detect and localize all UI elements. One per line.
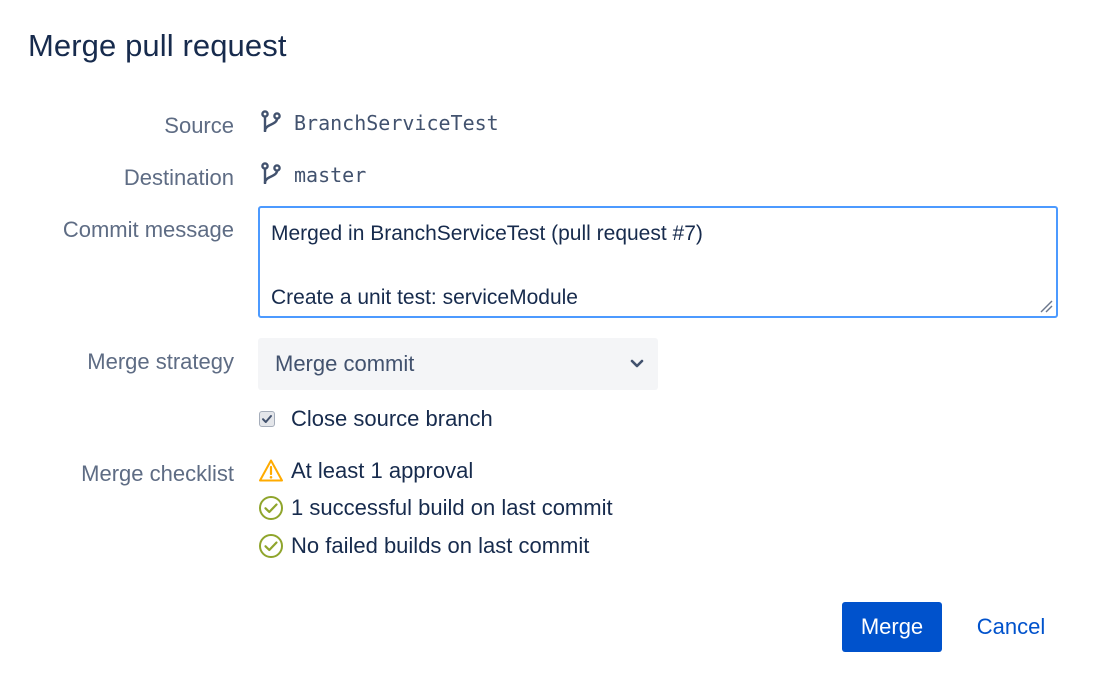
checklist-item: 1 successful build on last commit: [258, 495, 613, 521]
destination-branch: master: [260, 162, 366, 188]
merge-strategy-value: Merge commit: [275, 351, 415, 376]
checklist-item: No failed builds on last commit: [258, 533, 589, 559]
close-source-branch-label: Close source branch: [291, 406, 493, 431]
commit-message-line: Merged in BranchServiceTest (pull reques…: [271, 222, 703, 245]
destination-branch-name: master: [294, 163, 367, 187]
branch-icon: [261, 162, 281, 184]
resize-handle-icon[interactable]: [1039, 299, 1053, 313]
close-source-branch-row: Close source branch: [259, 406, 493, 432]
merge-strategy-select[interactable]: Merge commit: [258, 338, 658, 390]
cancel-button[interactable]: Cancel: [960, 602, 1062, 652]
check-circle-icon: [259, 496, 283, 520]
destination-label: Destination: [123, 165, 234, 190]
dialog-title: Merge pull request: [28, 28, 287, 63]
checklist-item-text: At least 1 approval: [291, 458, 474, 483]
checklist-item: At least 1 approval: [258, 458, 473, 484]
merge-strategy-label: Merge strategy: [87, 349, 234, 374]
merge-checklist-label: Merge checklist: [81, 461, 234, 486]
merge-button[interactable]: Merge: [842, 602, 942, 652]
commit-message-textarea[interactable]: Merged in BranchServiceTest (pull reques…: [258, 206, 1058, 318]
check-circle-icon: [259, 534, 283, 558]
warning-icon: [259, 459, 283, 482]
checklist-item-text: No failed builds on last commit: [291, 533, 590, 558]
checklist-item-text: 1 successful build on last commit: [291, 495, 613, 520]
source-branch-name: BranchServiceTest: [294, 111, 499, 135]
checkmark-icon: [262, 415, 272, 423]
commit-message-label: Commit message: [62, 217, 234, 242]
branch-icon: [261, 110, 281, 132]
source-branch: BranchServiceTest: [260, 110, 499, 136]
source-label: Source: [164, 113, 234, 138]
merge-pull-request-dialog: Merge pull request Source BranchServiceT…: [0, 0, 1094, 686]
chevron-down-icon: [630, 359, 644, 368]
commit-message-line: Create a unit test: serviceModule: [271, 286, 578, 309]
commit-message-blank-line: [271, 250, 1044, 282]
close-source-branch-checkbox[interactable]: [259, 411, 275, 427]
